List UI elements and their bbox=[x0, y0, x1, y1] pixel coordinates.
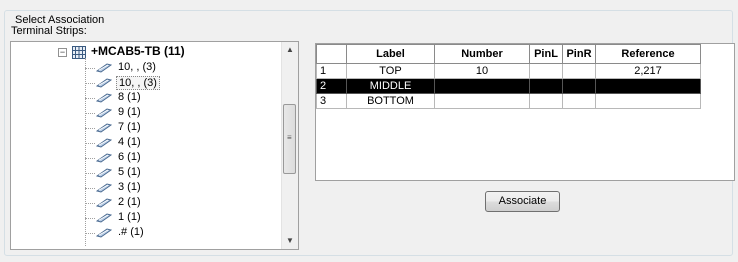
cell-number[interactable] bbox=[434, 78, 530, 94]
cell-label[interactable]: MIDDLE bbox=[346, 78, 435, 94]
tree-item[interactable]: 10, , (3) bbox=[85, 60, 285, 76]
terminal-strips-tree[interactable]: − +MCAB5-TB (11) 10, , (3) 10, , (3) 8 (1)… bbox=[10, 41, 299, 250]
tree-item-label: 2 (1) bbox=[118, 196, 141, 208]
terminal-icon bbox=[95, 153, 113, 163]
terminal-icon bbox=[95, 78, 113, 88]
tree-connector bbox=[85, 83, 95, 84]
cell-reference[interactable] bbox=[595, 78, 701, 94]
down-arrow-icon[interactable]: ▼ bbox=[282, 233, 298, 249]
tree-item-label: 3 (1) bbox=[118, 181, 141, 193]
terminal-icon bbox=[95, 93, 113, 103]
tree-item[interactable]: .# (1) bbox=[85, 225, 285, 241]
tree-item[interactable]: 2 (1) bbox=[85, 195, 285, 211]
column-header-number[interactable]: Number bbox=[434, 44, 530, 64]
table-row[interactable]: 1 TOP 10 2,217 bbox=[316, 63, 701, 79]
tree-connector bbox=[85, 158, 95, 159]
scrollbar-thumb[interactable]: ≡ bbox=[283, 104, 296, 174]
tree-connector bbox=[85, 143, 95, 144]
cell-pinr[interactable] bbox=[562, 78, 596, 94]
tree-item[interactable]: 7 (1) bbox=[85, 120, 285, 136]
cell-pinr[interactable] bbox=[562, 93, 596, 109]
tree-item-label: 9 (1) bbox=[118, 106, 141, 118]
tree-item-label: 6 (1) bbox=[118, 151, 141, 163]
terminal-icon bbox=[95, 63, 113, 73]
tree-connector bbox=[85, 233, 95, 234]
terminal-icon bbox=[95, 108, 113, 118]
cell-label[interactable]: BOTTOM bbox=[346, 93, 435, 109]
tree-connector bbox=[85, 218, 95, 219]
terminal-icon bbox=[95, 228, 113, 238]
row-number-header bbox=[316, 44, 347, 64]
tree-item[interactable]: 10, , (3) bbox=[85, 75, 285, 91]
cell-reference[interactable] bbox=[595, 93, 701, 109]
tree-item[interactable]: 8 (1) bbox=[85, 90, 285, 106]
association-grid[interactable]: Label Number PinL PinR Reference 1 TOP 1… bbox=[315, 43, 735, 181]
association-table: Label Number PinL PinR Reference 1 TOP 1… bbox=[316, 44, 701, 109]
terminal-strip-icon bbox=[72, 46, 86, 59]
cell-number[interactable] bbox=[434, 93, 530, 109]
tree-connector bbox=[85, 128, 95, 129]
tree-item-label: 7 (1) bbox=[118, 121, 141, 133]
column-header-pinr[interactable]: PinR bbox=[562, 44, 596, 64]
terminal-icon bbox=[95, 213, 113, 223]
tree-connector bbox=[85, 98, 95, 99]
tree-connector bbox=[85, 113, 95, 114]
cell-pinl[interactable] bbox=[529, 63, 563, 79]
tree-item-label: .# (1) bbox=[118, 226, 144, 238]
tree-connector bbox=[85, 173, 95, 174]
cell-reference[interactable]: 2,217 bbox=[595, 63, 701, 79]
tree-item-label: 8 (1) bbox=[118, 91, 141, 103]
cell-pinl[interactable] bbox=[529, 93, 563, 109]
cell-pinr[interactable] bbox=[562, 63, 596, 79]
terminal-icon bbox=[95, 138, 113, 148]
tree-item[interactable]: 3 (1) bbox=[85, 180, 285, 196]
row-number[interactable]: 1 bbox=[316, 63, 347, 79]
column-header-reference[interactable]: Reference bbox=[595, 44, 701, 64]
row-number[interactable]: 2 bbox=[316, 78, 347, 94]
tree-vertical-scrollbar[interactable]: ▲ ≡ ▼ bbox=[281, 42, 298, 249]
up-arrow-icon[interactable]: ▲ bbox=[282, 42, 298, 58]
minus-box-icon[interactable]: − bbox=[58, 48, 67, 57]
cell-number[interactable]: 10 bbox=[434, 63, 530, 79]
column-header-pinl[interactable]: PinL bbox=[529, 44, 563, 64]
table-row[interactable]: 3 BOTTOM bbox=[316, 93, 701, 109]
tree-item[interactable]: 1 (1) bbox=[85, 210, 285, 226]
cell-label[interactable]: TOP bbox=[346, 63, 435, 79]
tree-item[interactable]: 5 (1) bbox=[85, 165, 285, 181]
row-number[interactable]: 3 bbox=[316, 93, 347, 109]
tree-item-label: 10, , (3) bbox=[116, 76, 160, 90]
terminal-icon bbox=[95, 123, 113, 133]
tree-item[interactable]: 9 (1) bbox=[85, 105, 285, 121]
tree-item[interactable]: 4 (1) bbox=[85, 135, 285, 151]
tree-item-label: 4 (1) bbox=[118, 136, 141, 148]
terminal-strips-label: Terminal Strips: bbox=[11, 25, 87, 37]
tree-root-label[interactable]: +MCAB5-TB (11) bbox=[91, 44, 185, 58]
terminal-icon bbox=[95, 198, 113, 208]
tree-item-label: 5 (1) bbox=[118, 166, 141, 178]
terminal-icon bbox=[95, 168, 113, 178]
tree-item-label: 1 (1) bbox=[118, 211, 141, 223]
cell-pinl[interactable] bbox=[529, 78, 563, 94]
table-row[interactable]: 2 MIDDLE bbox=[316, 78, 701, 94]
tree-connector bbox=[85, 68, 95, 69]
tree-item[interactable]: 6 (1) bbox=[85, 150, 285, 166]
tree-connector bbox=[85, 188, 95, 189]
associate-button[interactable]: Associate bbox=[485, 191, 560, 212]
column-header-label[interactable]: Label bbox=[346, 44, 435, 64]
terminal-icon bbox=[95, 183, 113, 193]
tree-item-label: 10, , (3) bbox=[118, 61, 156, 73]
tree-connector bbox=[85, 203, 95, 204]
